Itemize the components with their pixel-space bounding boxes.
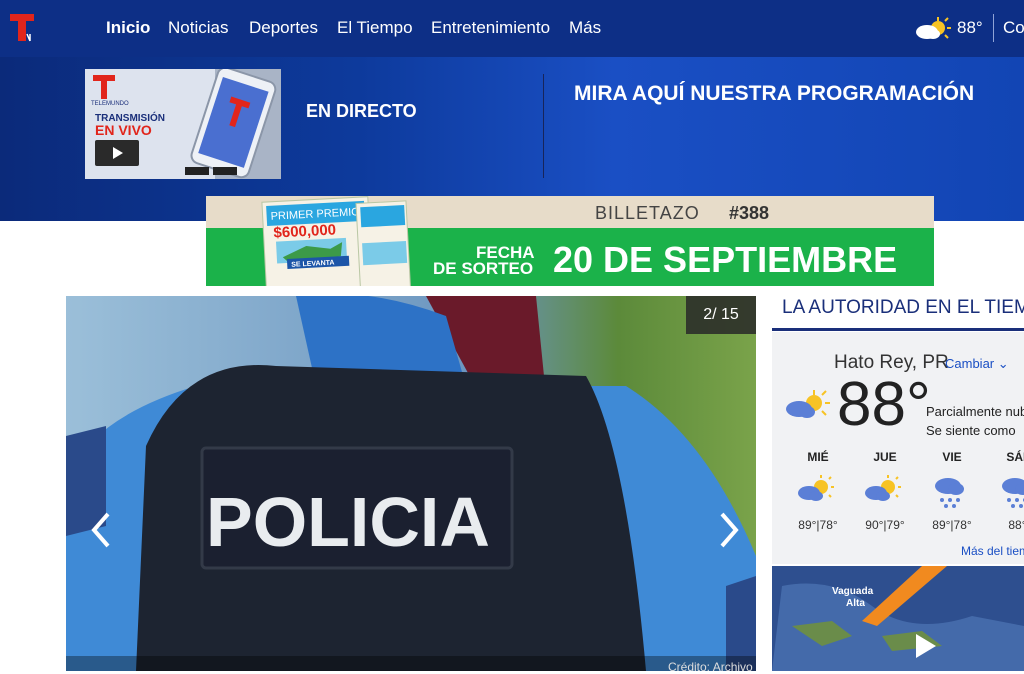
current-temperature: 88° [837,370,931,439]
weather-title-underline [772,328,1024,331]
svg-text:$600,000: $600,000 [273,221,336,241]
more-weather-link[interactable]: Más del tiempo [961,544,1024,558]
programacion-link[interactable]: MIRA AQUÍ NUESTRA PROGRAMACIÓN [574,82,974,106]
partly-cloudy-icon [784,388,832,424]
forecast-temp-range: 88°| [1008,518,1024,532]
weather-video-thumbnail[interactable]: Vaguada Alta [772,566,1024,671]
forecast-day-name: VIE [942,450,962,464]
svg-text:BILLETAZO: BILLETAZO [595,203,700,223]
forecast-temp-range: 89°|78° [798,518,838,532]
telemundo-logo[interactable] [8,12,38,44]
live-banner-divider [543,74,544,178]
feels-like: Se siente como [926,423,1016,438]
svg-text:DE SORTEO: DE SORTEO [433,259,533,278]
nav-cut-item[interactable]: Co [1003,18,1024,38]
svg-text:20 DE SEPTIEMBRE: 20 DE SEPTIEMBRE [553,239,897,280]
svg-text:POLICIA: POLICIA [206,483,490,561]
billetazo-ad[interactable]: PRIMER PREMIO $600,000 SE LEVANTA BILLET… [206,196,934,286]
svg-text:Alta: Alta [846,598,865,609]
nav-noticias[interactable]: Noticias [168,18,228,38]
svg-text:TELEMUNDO: TELEMUNDO [91,101,129,107]
nav-temperature[interactable]: 88° [957,18,983,38]
nav-deportes[interactable]: Deportes [249,18,318,38]
svg-text:EN VIVO: EN VIVO [95,122,152,138]
nav-inicio[interactable]: Inicio [106,18,150,38]
forecast-day-name: MIÉ [807,450,829,464]
hero-slideshow[interactable]: POLICIA [66,296,756,671]
forecast-temp-range: 89°|78° [932,518,972,532]
prev-slide-chevron-left-icon[interactable] [88,508,118,552]
weather-condition: Parcialmente nublado [926,404,1024,419]
partly-cloudy-icon [796,474,836,510]
rain-icon [997,474,1024,510]
nav-mas[interactable]: Más [569,18,601,38]
weather-section-title[interactable]: LA AUTORIDAD EN EL TIEMPO [782,297,1024,319]
nav-entretenimiento[interactable]: Entretenimiento [431,18,550,38]
forecast-day-name: JUE [873,450,897,464]
en-directo-link[interactable]: EN DIRECTO [306,101,417,122]
svg-text:#388: #388 [729,203,769,223]
forecast-day-name: SÁB [1006,450,1024,464]
next-slide-chevron-right-icon[interactable] [712,508,742,552]
svg-text:Vaguada: Vaguada [832,586,874,597]
caption-bar [66,656,756,671]
live-stream-thumbnail[interactable]: TELEMUNDO TRANSMISIÓN EN VIVO [85,69,281,179]
photo-credit: Crédito: Archivo [668,660,753,674]
slide-counter: 2/ 15 [686,296,756,334]
nav-el-tiempo[interactable]: El Tiempo [337,18,413,38]
change-location-link[interactable]: Cambiar ⌄ [945,356,1009,372]
rain-icon [930,474,970,510]
forecast-temp-range: 90°|79° [865,518,905,532]
chevron-down-icon: ⌄ [997,356,1009,371]
partly-cloudy-icon [863,474,903,510]
partly-cloudy-icon[interactable] [914,15,952,43]
nav-divider [993,14,994,42]
